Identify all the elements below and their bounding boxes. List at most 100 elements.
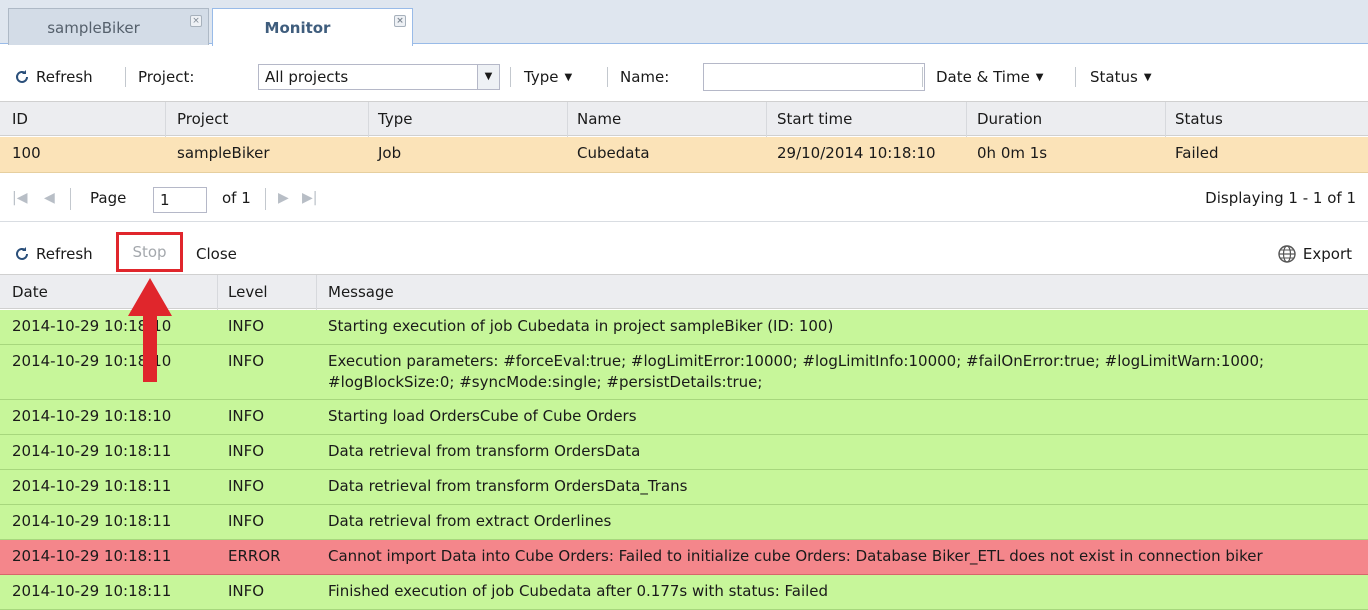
column-header[interactable]: Level [228, 283, 268, 301]
log-toolbar: Refresh Close Export [0, 234, 1368, 274]
project-value: All projects [265, 68, 349, 86]
cell-message: Data retrieval from extract Orderlines [328, 512, 612, 530]
chevron-down-icon[interactable]: ▼ [477, 65, 499, 89]
refresh-label: Refresh [36, 68, 93, 86]
tab-monitor[interactable]: Monitor × [212, 8, 413, 46]
tab-bar: sampleBiker × Monitor × [0, 0, 1368, 46]
cell-start: 29/10/2014 10:18:10 [777, 144, 936, 162]
cell-level: INFO [228, 407, 265, 425]
cell-message: Cannot import Data into Cube Orders: Fai… [328, 547, 1263, 565]
cell-project: sampleBiker [177, 144, 270, 162]
stop-button[interactable]: Stop [116, 232, 183, 272]
name-input[interactable] [703, 63, 925, 91]
cell-id: 100 [12, 144, 41, 162]
globe-icon [1277, 244, 1297, 264]
tab-samplebiker[interactable]: sampleBiker × [8, 8, 209, 45]
cell-message: Starting execution of job Cubedata in pr… [328, 317, 834, 335]
column-header[interactable]: Start time [777, 110, 852, 128]
first-page-icon[interactable]: |◀ [12, 190, 27, 206]
page-number-input[interactable]: 1 [153, 187, 207, 213]
tab-label: Monitor [264, 19, 331, 37]
displaying-label: Displaying 1 - 1 of 1 [1205, 189, 1356, 207]
cell-level: INFO [228, 317, 265, 335]
cell-date: 2014-10-29 10:18:10 [12, 317, 172, 335]
separator [922, 67, 923, 87]
status-label: Status [1090, 68, 1138, 86]
log-grid-header: Date Level Message [0, 274, 1368, 310]
cell-message-line2: #logBlockSize:0; #syncMode:single; #pers… [328, 373, 763, 391]
log-row[interactable]: 2014-10-29 10:18:11 INFO Finished execut… [0, 575, 1368, 610]
project-combo[interactable]: All projects ▼ [258, 64, 500, 90]
page-of-label: of 1 [222, 189, 251, 207]
column-header[interactable]: Type [378, 110, 412, 128]
cell-level: INFO [228, 442, 265, 460]
refresh-button[interactable]: Refresh [14, 68, 93, 86]
page-label: Page [90, 189, 127, 207]
status-filter-button[interactable]: Status ▼ [1090, 68, 1152, 86]
cell-level: INFO [228, 512, 265, 530]
cell-date: 2014-10-29 10:18:11 [12, 477, 172, 495]
column-header[interactable]: Project [177, 110, 228, 128]
log-row[interactable]: 2014-10-29 10:18:11 INFO Data retrieval … [0, 470, 1368, 505]
cell-date: 2014-10-29 10:18:11 [12, 582, 172, 600]
cell-type: Job [378, 144, 402, 162]
column-header[interactable]: ID [12, 110, 28, 128]
column-header[interactable]: Name [577, 110, 621, 128]
column-header[interactable]: Message [328, 283, 394, 301]
chevron-down-icon: ▼ [1143, 71, 1152, 83]
cell-date: 2014-10-29 10:18:11 [12, 512, 172, 530]
datetime-label: Date & Time [936, 68, 1030, 86]
cell-duration: 0h 0m 1s [977, 144, 1048, 162]
cell-status: Failed [1175, 144, 1219, 162]
cell-message: Starting load OrdersCube of Cube Orders [328, 407, 637, 425]
column-header[interactable]: Status [1175, 110, 1223, 128]
project-label: Project: [138, 68, 195, 86]
cell-message: Finished execution of job Cubedata after… [328, 582, 829, 600]
separator [607, 67, 608, 87]
refresh-icon [14, 69, 30, 85]
cell-date: 2014-10-29 10:18:10 [12, 407, 172, 425]
close-icon[interactable]: × [190, 15, 202, 27]
table-row[interactable]: 100 sampleBiker Job Cubedata 29/10/2014 … [0, 137, 1368, 173]
log-row[interactable]: 2014-10-29 10:18:10 INFO Starting load O… [0, 400, 1368, 435]
job-toolbar: Refresh Project: All projects ▼ Type ▼ N… [0, 57, 1368, 97]
cell-date: 2014-10-29 10:18:10 [12, 352, 172, 370]
export-button[interactable]: Export [1277, 244, 1352, 264]
last-page-icon[interactable]: ▶| [302, 190, 317, 206]
name-label: Name: [620, 68, 670, 86]
cell-message: Data retrieval from transform OrdersData… [328, 477, 688, 495]
log-row[interactable]: 2014-10-29 10:18:11 INFO Data retrieval … [0, 505, 1368, 540]
cell-message: Data retrieval from transform OrdersData [328, 442, 641, 460]
log-refresh-button[interactable]: Refresh [14, 245, 93, 263]
cell-level: INFO [228, 582, 265, 600]
export-label: Export [1302, 245, 1352, 263]
close-icon[interactable]: × [394, 15, 406, 27]
log-row[interactable]: 2014-10-29 10:18:10 INFO Starting execut… [0, 310, 1368, 345]
job-grid-header: ID Project Type Name Start time Duration… [0, 101, 1368, 137]
cell-level: INFO [228, 477, 265, 495]
chevron-down-icon: ▼ [1035, 71, 1044, 83]
cell-name: Cubedata [577, 144, 650, 162]
tab-label: sampleBiker [47, 19, 140, 37]
cell-message: Execution parameters: #forceEval:true; #… [328, 352, 1265, 370]
datetime-filter-button[interactable]: Date & Time ▼ [936, 68, 1044, 86]
separator [125, 67, 126, 87]
chevron-down-icon: ▼ [564, 71, 573, 83]
column-header[interactable]: Date [12, 283, 48, 301]
type-label: Type [524, 68, 559, 86]
type-filter-button[interactable]: Type ▼ [524, 68, 572, 86]
separator [1075, 67, 1076, 87]
separator [510, 67, 511, 87]
cell-date: 2014-10-29 10:18:11 [12, 442, 172, 460]
prev-page-icon[interactable]: ◀ [44, 190, 55, 206]
log-row[interactable]: 2014-10-29 10:18:10 INFO Execution param… [0, 345, 1368, 400]
log-row-error[interactable]: 2014-10-29 10:18:11 ERROR Cannot import … [0, 540, 1368, 575]
cell-level: ERROR [228, 547, 281, 565]
refresh-icon [14, 246, 30, 262]
next-page-icon[interactable]: ▶ [278, 190, 289, 206]
log-row[interactable]: 2014-10-29 10:18:11 INFO Data retrieval … [0, 435, 1368, 470]
column-header[interactable]: Duration [977, 110, 1042, 128]
pager: |◀ ◀ Page 1 of 1 ▶ ▶| Displaying 1 - 1 o… [0, 176, 1368, 222]
close-button[interactable]: Close [196, 245, 237, 263]
refresh-label: Refresh [36, 245, 93, 263]
